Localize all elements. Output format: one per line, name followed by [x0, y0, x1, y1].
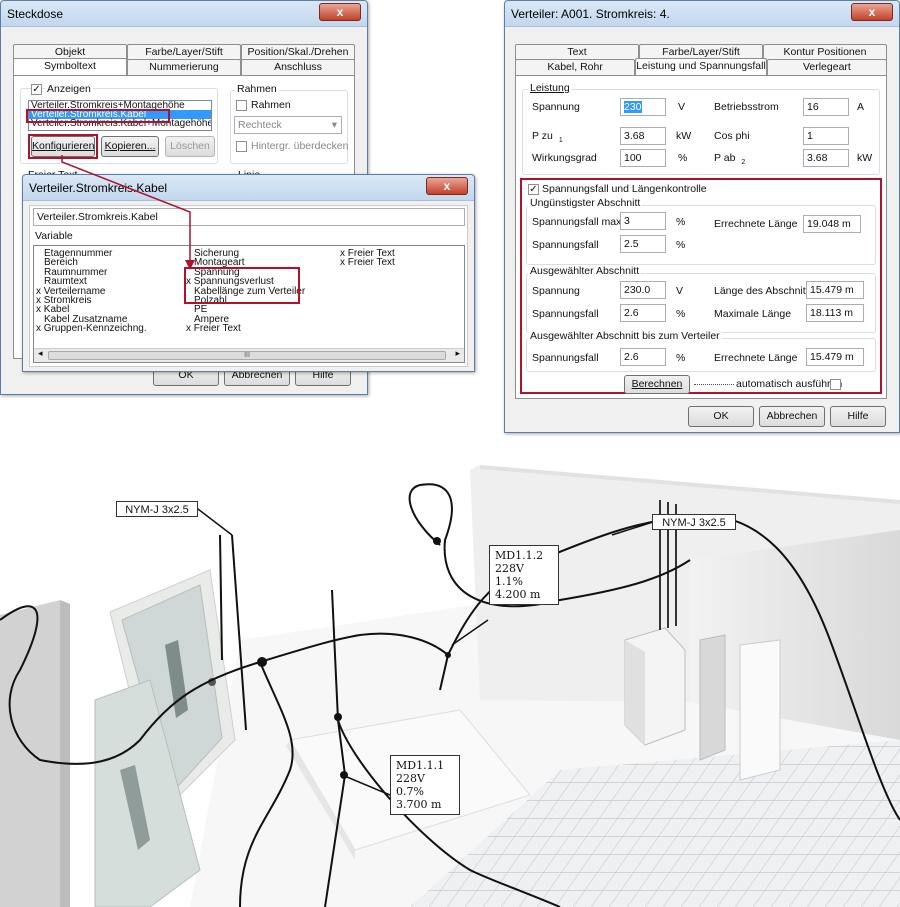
md112-drop: 1.1%	[495, 575, 523, 588]
cosphi-field[interactable]: 1	[803, 127, 849, 145]
cosphi-label: Cos phi	[714, 130, 750, 142]
pab-label: P ab 2	[714, 152, 746, 167]
variable-col-3: x Freier Text x Freier Text	[340, 248, 395, 268]
list-item[interactable]: x Freier Text	[186, 324, 305, 334]
chevron-left-icon[interactable]: ◂	[38, 348, 43, 358]
tab-text[interactable]: Text	[515, 44, 639, 60]
hilfe-button[interactable]: Hilfe	[830, 406, 886, 427]
leistung-group-label: Leistung	[528, 82, 572, 94]
errlaenge-label: Errechnete Länge	[714, 352, 798, 364]
sf-label: Spannungsfall	[532, 239, 599, 251]
tab-kontur[interactable]: Kontur Positionen	[763, 44, 887, 60]
close-button[interactable]: x	[851, 3, 893, 21]
bis-errlaenge-field: 15.479 m	[806, 348, 864, 366]
md112-length: 4.200 m	[495, 588, 541, 601]
md111-voltage: 228V	[396, 772, 425, 785]
window	[699, 634, 726, 761]
unit-kw: kW	[857, 152, 873, 164]
ungunstig-group-label: Ungünstigster Abschnitt	[528, 197, 643, 209]
errlaenge-field: 19.048 m	[803, 215, 861, 233]
ausg-sf-field: 2.6	[620, 304, 666, 322]
sfmax-label: Spannungsfall max	[532, 216, 622, 228]
md111-drop: 0.7%	[396, 785, 424, 798]
title-bar: Verteiler: A001. Stromkreis: 4. x	[505, 1, 899, 27]
spannungsfall-checkbox[interactable]: ✓	[528, 184, 539, 195]
betriebsstrom-label: Betriebsstrom	[714, 101, 779, 113]
abbrechen-button[interactable]: Abbrechen	[759, 406, 825, 427]
laenge-label: Länge des Abschnitts	[714, 285, 814, 297]
unit-kw: kW	[676, 130, 692, 142]
pzu-label: P zu 1	[532, 130, 563, 145]
unit-percent: %	[678, 152, 688, 164]
sfmax-field[interactable]: 3	[620, 212, 666, 230]
list-item[interactable]: x Freier Text	[340, 258, 395, 268]
betriebsstrom-field[interactable]: 16	[803, 98, 849, 116]
spannung-label: Spannung	[532, 285, 580, 297]
unit-percent: %	[676, 239, 686, 251]
unit-v: V	[678, 101, 686, 113]
unit-percent: %	[676, 216, 686, 228]
auto-label: automatisch ausführen	[736, 378, 843, 390]
chevron-right-icon[interactable]: ▸	[455, 348, 460, 358]
unit-a: A	[857, 101, 865, 113]
md111-length: 3.700 m	[396, 798, 442, 811]
unit-v: V	[676, 285, 684, 297]
spannung-field[interactable]: 230	[620, 98, 666, 116]
wirkungsgrad-field[interactable]: 100	[620, 149, 666, 167]
md112-annotation: MD1.1.2 228V 1.1% 4.200 m	[489, 545, 559, 605]
unit-percent: %	[676, 308, 686, 320]
wirkungsgrad-label: Wirkungsgrad	[532, 152, 597, 164]
separator-dashes	[694, 384, 734, 385]
sf-field: 2.5	[620, 235, 666, 253]
auto-checkbox[interactable]	[830, 379, 841, 390]
md111-id: MD1.1.1	[396, 759, 445, 772]
md111-annotation: MD1.1.1 228V 0.7% 3.700 m	[390, 755, 460, 815]
ausgewaehlt-group-label: Ausgewählter Abschnitt	[528, 265, 642, 277]
pab-field[interactable]: 3.68	[803, 149, 849, 167]
bis-verteiler-group-label: Ausgewählter Abschnitt bis zum Verteiler	[528, 330, 722, 342]
cable-label-right: NYM-J 3x2.5	[652, 514, 736, 530]
ok-button[interactable]: OK	[688, 406, 754, 427]
sf-label: Spannungsfall	[532, 352, 599, 364]
maxlaenge-label: Maximale Länge	[714, 308, 792, 320]
spannungsfall-check-label: Spannungsfall und Längenkontrolle	[542, 183, 707, 195]
close-button[interactable]: x	[319, 3, 361, 21]
window-title: Verteiler: A001. Stromkreis: 4.	[511, 7, 670, 21]
tab-verlegeart[interactable]: Verlegeart	[766, 59, 888, 75]
unit-percent: %	[676, 352, 686, 364]
bis-sf-field: 2.6	[620, 348, 666, 366]
berechnen-button[interactable]: Berechnen	[624, 375, 690, 394]
spannung-label: Spannung	[532, 101, 580, 113]
tab-kabel-rohr[interactable]: Kabel, Rohr	[515, 59, 636, 75]
chevron-down-icon: ▾	[331, 119, 337, 131]
pzu-field[interactable]: 3.68	[620, 127, 666, 145]
ausg-spannung-field: 230.0	[620, 281, 666, 299]
verteiler-dialog: Verteiler: A001. Stromkreis: 4. x Text F…	[504, 0, 900, 433]
tab-panel: Leistung Spannung 230 V Betriebsstrom 16…	[515, 75, 887, 399]
tab-leistung[interactable]: Leistung und Spannungsfall	[635, 58, 767, 75]
list-item[interactable]: x Gruppen-Kennzeichng.	[36, 324, 147, 334]
laenge-field: 15.479 m	[806, 281, 864, 299]
errlaenge-label: Errechnete Länge	[714, 218, 798, 230]
sf-label: Spannungsfall	[532, 308, 599, 320]
cable-label-left: NYM-J 3x2.5	[116, 501, 198, 517]
horizontal-scrollbar[interactable]: ◂ III ▸	[34, 348, 464, 362]
connector-arrow	[61, 155, 195, 270]
scroll-thumb[interactable]: III	[48, 351, 446, 360]
maxlaenge-field: 18.113 m	[806, 304, 864, 322]
md112-voltage: 228V	[495, 562, 524, 575]
close-button[interactable]: x	[426, 177, 468, 195]
md112-id: MD1.1.2	[495, 549, 544, 562]
